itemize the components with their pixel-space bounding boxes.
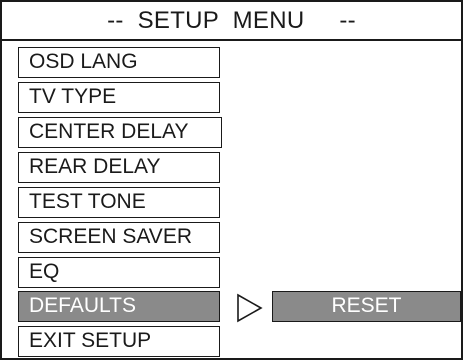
menu-item-eq[interactable]: EQ — [18, 257, 220, 288]
menu-item-screen-saver[interactable]: SCREEN SAVER — [18, 222, 220, 253]
reset-option[interactable]: RESET — [272, 291, 461, 322]
menu-item-center-delay[interactable]: CENTER DELAY — [18, 117, 222, 148]
setup-menu-screen: -- SETUP MENU -- OSD LANG TV TYPE CENTER… — [0, 0, 463, 360]
menu-item-exit-setup[interactable]: EXIT SETUP — [18, 326, 220, 357]
menu-title: -- SETUP MENU -- — [2, 2, 461, 41]
triangle-right-icon — [237, 293, 263, 323]
menu-item-osd-lang[interactable]: OSD LANG — [18, 47, 220, 78]
menu-item-defaults[interactable]: DEFAULTS — [18, 291, 220, 322]
menu-item-tv-type[interactable]: TV TYPE — [18, 82, 220, 113]
menu-item-test-tone[interactable]: TEST TONE — [18, 187, 220, 218]
menu-item-rear-delay[interactable]: REAR DELAY — [18, 152, 220, 183]
